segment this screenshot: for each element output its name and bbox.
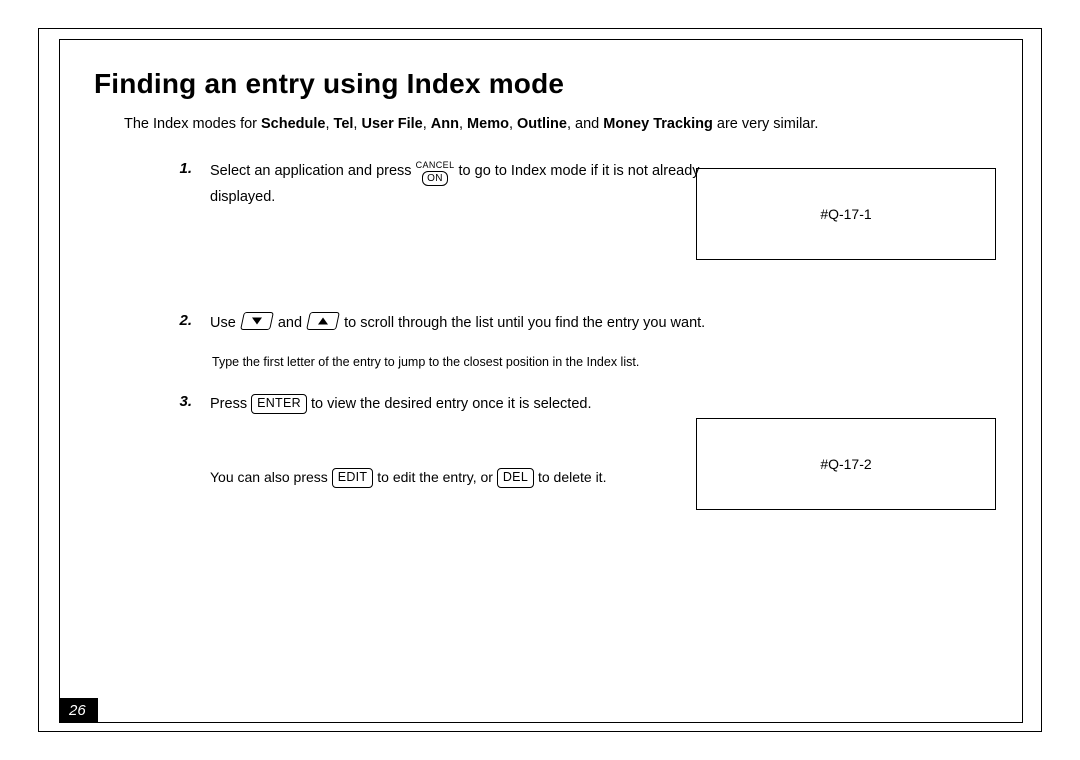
- sep: ,: [509, 116, 517, 132]
- footnote-a: You can also press: [210, 469, 332, 485]
- page-inner-frame: Finding an entry using Index mode The In…: [59, 39, 1023, 723]
- figure-reference-1: #Q-17-1: [696, 168, 996, 260]
- step-3-number: 3.: [172, 393, 192, 415]
- step-2-body: Use and to scroll through the list until…: [210, 312, 705, 334]
- footnote-b: to edit the entry, or: [377, 469, 497, 485]
- arrow-down-key-icon: [240, 312, 274, 330]
- intro-suffix: are very similar.: [717, 116, 819, 132]
- step-2: 2. Use and to scroll through the list un…: [172, 312, 712, 334]
- app-schedule: Schedule: [261, 116, 325, 132]
- page-number: 26: [59, 698, 98, 723]
- step-1-body: Select an application and press CANCEL O…: [210, 160, 712, 208]
- step-3-body: Press ENTER to view the desired entry on…: [210, 393, 591, 415]
- intro-prefix: The Index modes for: [124, 116, 261, 132]
- step-2-text-a: Use: [210, 315, 240, 331]
- step-2-subnote: Type the first letter of the entry to ju…: [212, 353, 988, 371]
- sep: ,: [325, 116, 333, 132]
- sep: ,: [423, 116, 431, 132]
- sep: ,: [567, 116, 575, 132]
- app-ann: Ann: [431, 116, 459, 132]
- sep: ,: [459, 116, 467, 132]
- intro-paragraph: The Index modes for Schedule, Tel, User …: [124, 114, 988, 136]
- enter-keycap: ENTER: [251, 394, 307, 414]
- step-3: 3. Press ENTER to view the desired entry…: [172, 393, 712, 415]
- del-keycap: DEL: [497, 468, 534, 488]
- on-keycap: ON: [422, 171, 448, 186]
- step-1-number: 1.: [172, 160, 192, 208]
- step-1-text-a: Select an application and press: [210, 163, 416, 179]
- footnote-c: to delete it.: [538, 469, 607, 485]
- app-tel: Tel: [334, 116, 354, 132]
- cancel-label: CANCEL: [416, 161, 455, 170]
- step-1: 1. Select an application and press CANCE…: [172, 160, 712, 208]
- page-outer-frame: Finding an entry using Index mode The In…: [38, 28, 1042, 732]
- figure-reference-2-label: #Q-17-2: [820, 456, 871, 472]
- edit-keycap: EDIT: [332, 468, 374, 488]
- step-3-text-b: to view the desired entry once it is sel…: [311, 396, 591, 412]
- figure-reference-1-label: #Q-17-1: [820, 206, 871, 222]
- app-userfile: User File: [361, 116, 422, 132]
- step-2-number: 2.: [172, 312, 192, 334]
- page-title: Finding an entry using Index mode: [94, 68, 988, 100]
- app-money: Money Tracking: [603, 116, 713, 132]
- cancel-on-key-icon: CANCEL ON: [416, 161, 455, 186]
- steps-list-2: 3. Press ENTER to view the desired entry…: [172, 393, 712, 415]
- intro-and: and: [575, 116, 603, 132]
- step-2-text-mid: and: [278, 315, 306, 331]
- app-memo: Memo: [467, 116, 509, 132]
- app-outline: Outline: [517, 116, 567, 132]
- steps-list: 1. Select an application and press CANCE…: [172, 160, 712, 335]
- page-content: Finding an entry using Index mode The In…: [60, 40, 1022, 488]
- arrow-up-key-icon: [306, 312, 340, 330]
- figure-reference-2: #Q-17-2: [696, 418, 996, 510]
- step-3-text-a: Press: [210, 396, 251, 412]
- step-2-text-b: to scroll through the list until you fin…: [344, 315, 705, 331]
